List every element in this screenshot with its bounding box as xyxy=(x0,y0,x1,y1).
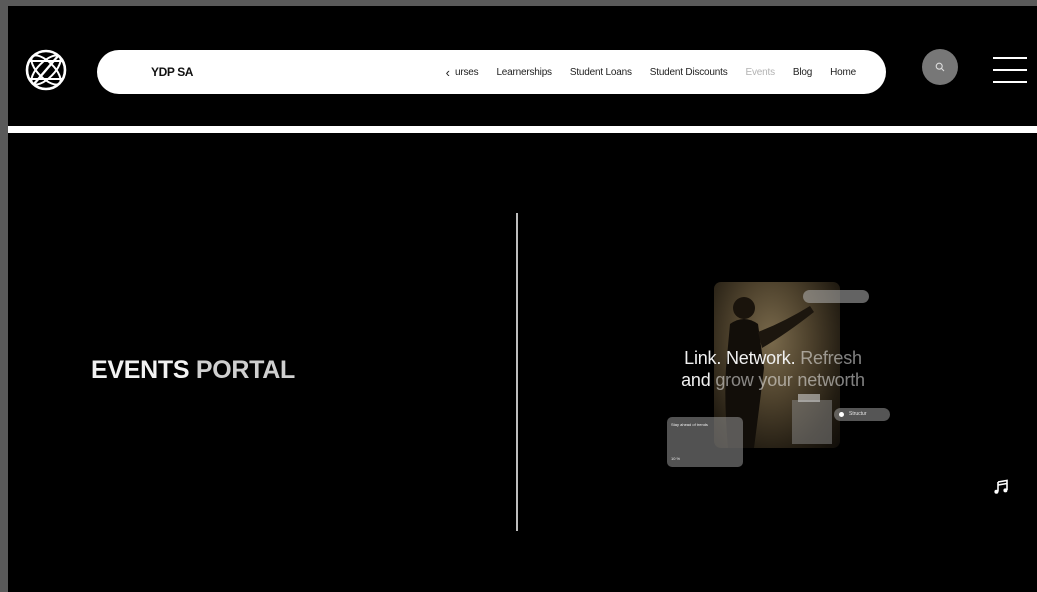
music-note-icon[interactable] xyxy=(993,479,1009,500)
floating-glass-pill xyxy=(803,290,869,303)
vertical-divider xyxy=(516,213,518,531)
promo-tagline: Link. Network. Refresh and grow your net… xyxy=(628,347,918,391)
floating-tag-pill: Structur xyxy=(834,408,890,421)
nav-item-home[interactable]: Home xyxy=(830,67,856,78)
pill-text: Structur xyxy=(849,411,867,417)
title-accent: PORTAL xyxy=(195,356,296,384)
nav-menu: ‹ urses Learnerships Student Loans Stude… xyxy=(446,50,857,94)
tagline-line-2: and grow your networth xyxy=(628,369,918,391)
globe-logo-icon[interactable] xyxy=(25,49,67,91)
tagline-refresh: Refresh xyxy=(800,348,862,368)
nav-item-student-discounts[interactable]: Student Discounts xyxy=(650,67,728,78)
nav-prev-arrow-icon[interactable]: ‹ xyxy=(446,65,450,80)
tagline-grow: grow your networth xyxy=(715,370,865,390)
navigation-bar: YDP SA ‹ urses Learnerships Student Loan… xyxy=(97,50,886,94)
nav-item-student-loans[interactable]: Student Loans xyxy=(570,67,632,78)
status-dot-icon xyxy=(839,412,844,417)
page-title: EVENTS PORTAL xyxy=(91,356,295,385)
nav-item-blog[interactable]: Blog xyxy=(793,67,812,78)
header-divider xyxy=(8,126,1037,133)
tagline-link-network: Link. Network. xyxy=(684,348,796,368)
card-caption: Stay ahead of trends xyxy=(671,422,708,427)
tagline-and: and xyxy=(681,370,711,390)
card-value: 10 % xyxy=(671,456,681,461)
title-main: EVENTS xyxy=(91,356,190,384)
brand-name[interactable]: YDP SA xyxy=(151,50,193,94)
nav-item-courses[interactable]: urses xyxy=(455,67,479,78)
tagline-line-1: Link. Network. Refresh xyxy=(628,347,918,369)
search-button[interactable] xyxy=(922,49,958,85)
page-frame: YDP SA ‹ urses Learnerships Student Loan… xyxy=(8,6,1037,592)
search-icon xyxy=(935,62,945,72)
hamburger-menu-icon[interactable] xyxy=(993,57,1027,85)
nav-item-learnerships[interactable]: Learnerships xyxy=(496,67,552,78)
nav-item-events[interactable]: Events xyxy=(746,67,776,78)
floating-glass-card: Stay ahead of trends 10 % xyxy=(667,417,743,467)
